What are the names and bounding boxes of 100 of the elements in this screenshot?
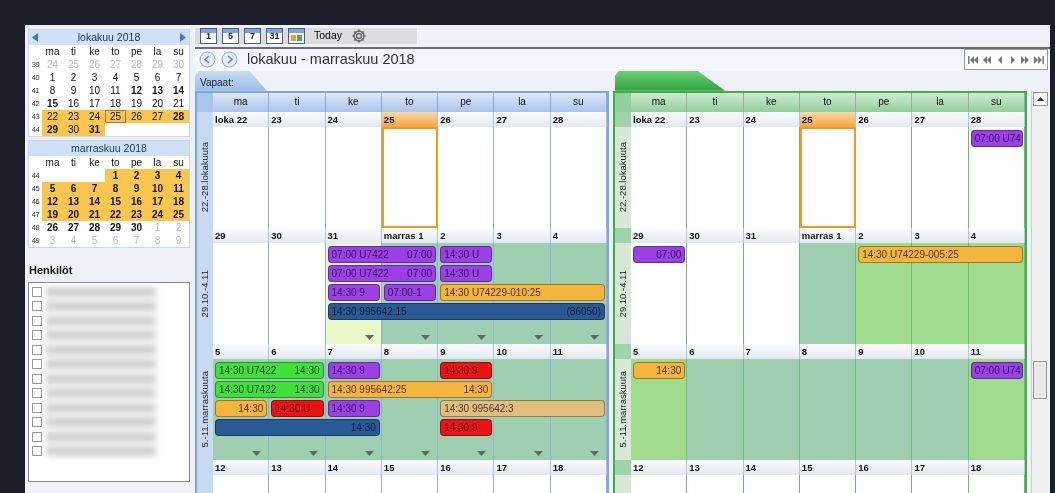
navigation-arrows-icon[interactable] bbox=[968, 55, 1044, 64]
calendar-day[interactable]: 16 bbox=[63, 97, 84, 110]
calendar-day[interactable]: 3 bbox=[147, 169, 168, 182]
calendar-day[interactable]: 22 bbox=[105, 208, 126, 221]
calendar-day[interactable]: 15 bbox=[105, 195, 126, 208]
checkbox[interactable] bbox=[32, 359, 42, 370]
checkbox[interactable] bbox=[32, 286, 42, 297]
calendar-event[interactable]: 14:30 U7422 14:30 bbox=[215, 361, 324, 379]
more-icon[interactable] bbox=[252, 450, 262, 456]
calendar-day[interactable]: 31 bbox=[84, 123, 105, 136]
checkbox[interactable] bbox=[32, 388, 42, 399]
more-icon[interactable] bbox=[590, 334, 599, 340]
calendar-event[interactable]: 14:30 995642:3 bbox=[440, 399, 605, 417]
more-icon[interactable] bbox=[477, 334, 487, 340]
calendar-day[interactable]: 29 bbox=[42, 123, 63, 136]
calendar-day[interactable]: 27 bbox=[63, 221, 84, 234]
calendar-day[interactable]: 17 bbox=[147, 195, 168, 208]
more-icon[interactable] bbox=[421, 334, 431, 340]
more-icon[interactable] bbox=[477, 450, 487, 456]
calendar-day[interactable]: 1 bbox=[105, 169, 126, 182]
checkbox[interactable] bbox=[32, 344, 42, 355]
calendar-event[interactable]: 14:30 bbox=[633, 361, 686, 379]
calendar-day[interactable]: 14 bbox=[84, 195, 105, 208]
more-icon[interactable] bbox=[364, 450, 374, 456]
more-icon[interactable] bbox=[421, 450, 431, 456]
calendar-day[interactable]: 2 bbox=[126, 169, 147, 182]
more-icon[interactable] bbox=[533, 334, 543, 340]
calendar-view-button[interactable]: 1 bbox=[200, 28, 217, 44]
calendar-day[interactable]: 21 bbox=[168, 97, 189, 110]
calendar-day[interactable]: 6 bbox=[63, 182, 84, 195]
calendar-day[interactable]: 21 bbox=[84, 208, 105, 221]
calendar-day[interactable]: 23 bbox=[126, 208, 147, 221]
checkbox[interactable] bbox=[32, 446, 42, 457]
next-month-icon[interactable] bbox=[180, 33, 186, 42]
calendar-day[interactable]: 4 bbox=[168, 169, 189, 182]
calendar-day[interactable]: 22 bbox=[42, 110, 63, 123]
calendar-day[interactable]: 15 bbox=[42, 97, 63, 110]
back-icon[interactable] bbox=[199, 51, 216, 69]
calendar-day[interactable]: 13 bbox=[147, 84, 168, 97]
calendar-day[interactable]: 7 bbox=[168, 71, 189, 84]
resource-tab[interactable] bbox=[615, 70, 725, 91]
calendar-day[interactable]: 18 bbox=[168, 195, 189, 208]
calendar-day[interactable]: 1 bbox=[42, 71, 63, 84]
calendar-day[interactable]: 12 bbox=[42, 195, 63, 208]
more-icon[interactable] bbox=[308, 450, 318, 456]
more-icon[interactable] bbox=[590, 450, 599, 456]
calendar-day[interactable]: 20 bbox=[147, 97, 168, 110]
calendar-day[interactable]: 5 bbox=[42, 182, 63, 195]
calendar-day[interactable]: 30 bbox=[63, 123, 84, 136]
calendar-day[interactable]: 27 bbox=[147, 110, 168, 123]
calendar-day[interactable]: 17 bbox=[84, 97, 105, 110]
checkbox[interactable] bbox=[32, 431, 42, 442]
calendar-day[interactable]: 24 bbox=[147, 208, 168, 221]
scroll-thumb[interactable] bbox=[1033, 360, 1047, 399]
scrollbar[interactable] bbox=[1031, 90, 1048, 493]
calendar-day[interactable]: 18 bbox=[105, 97, 126, 110]
calendar-day[interactable]: 2 bbox=[63, 71, 84, 84]
calendar-day[interactable]: 11 bbox=[168, 182, 189, 195]
calendar-day[interactable]: 28 bbox=[168, 110, 189, 123]
calendar-day[interactable]: 4 bbox=[105, 71, 126, 84]
calendar-view-button[interactable]: 31 bbox=[266, 28, 283, 44]
calendar-day[interactable]: 7 bbox=[84, 182, 105, 195]
resource-tab[interactable]: Vapaat: bbox=[195, 70, 267, 91]
calendar-day[interactable]: 24 bbox=[84, 110, 105, 123]
calendar-day[interactable]: 26 bbox=[126, 110, 147, 123]
calendar-day[interactable]: 25 bbox=[168, 208, 189, 221]
checkbox[interactable] bbox=[32, 373, 42, 384]
calendar-event[interactable]: 14:30 U74229-005:25 bbox=[858, 245, 1023, 263]
calendar-day[interactable]: 16 bbox=[126, 195, 147, 208]
calendar-day[interactable]: 14 bbox=[168, 84, 189, 97]
checkbox[interactable] bbox=[32, 315, 42, 326]
calendar-event[interactable]: 14:30 bbox=[215, 399, 268, 417]
calendar-day[interactable]: 10 bbox=[84, 84, 105, 97]
more-icon[interactable] bbox=[364, 334, 374, 340]
calendar-day[interactable]: 29 bbox=[105, 221, 126, 234]
calendar-day[interactable]: 20 bbox=[63, 208, 84, 221]
calendar-day[interactable]: 12 bbox=[126, 84, 147, 97]
calendar-view-button[interactable]: 5 bbox=[222, 28, 239, 44]
calendar-day[interactable]: 6 bbox=[147, 71, 168, 84]
calendar-day[interactable]: 8 bbox=[42, 84, 63, 97]
calendar-day[interactable]: 28 bbox=[84, 221, 105, 234]
checkbox[interactable] bbox=[32, 402, 42, 413]
calendar-view-icon[interactable] bbox=[288, 28, 305, 44]
checkbox[interactable] bbox=[32, 301, 42, 312]
calendar-day[interactable]: 19 bbox=[42, 208, 63, 221]
calendar-day[interactable]: 8 bbox=[105, 182, 126, 195]
scroll-up-icon[interactable] bbox=[1037, 96, 1044, 101]
today-button[interactable]: Today bbox=[310, 28, 347, 44]
calendar-event[interactable]: 14:30 U7422 14:30 bbox=[215, 380, 324, 398]
calendar-day[interactable]: 9 bbox=[126, 182, 147, 195]
calendar-day[interactable]: 5 bbox=[126, 71, 147, 84]
calendar-day[interactable]: 26 bbox=[42, 221, 63, 234]
calendar-day[interactable]: 11 bbox=[105, 84, 126, 97]
previous-month-icon[interactable] bbox=[32, 33, 38, 42]
calendar-day[interactable]: 30 bbox=[126, 221, 147, 234]
calendar-event[interactable]: 14:30 U74229-010:25 bbox=[440, 283, 605, 301]
calendar-day[interactable]: 23 bbox=[63, 110, 84, 123]
calendar-view-button[interactable]: 7 bbox=[244, 28, 261, 44]
forward-icon[interactable] bbox=[221, 51, 238, 69]
more-icon[interactable] bbox=[533, 450, 543, 456]
